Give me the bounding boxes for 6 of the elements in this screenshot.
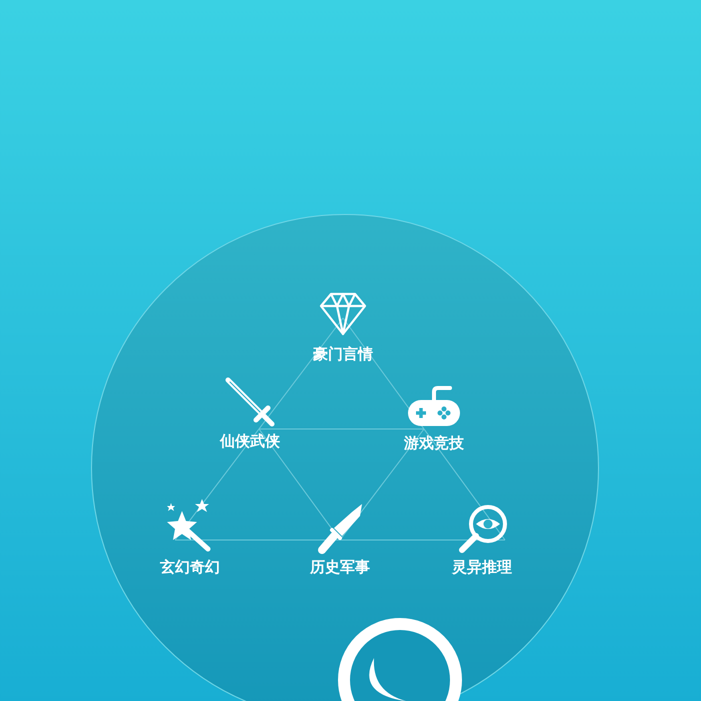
category-label[interactable]: 历史军事 <box>290 558 390 576</box>
category-label[interactable]: 灵异推理 <box>432 558 532 576</box>
category-label[interactable]: 玄幻奇幻 <box>140 558 240 576</box>
category-label[interactable]: 豪门言情 <box>293 345 393 363</box>
category-label[interactable]: 游戏竞技 <box>384 434 484 452</box>
category-label[interactable]: 仙侠武侠 <box>200 432 300 450</box>
